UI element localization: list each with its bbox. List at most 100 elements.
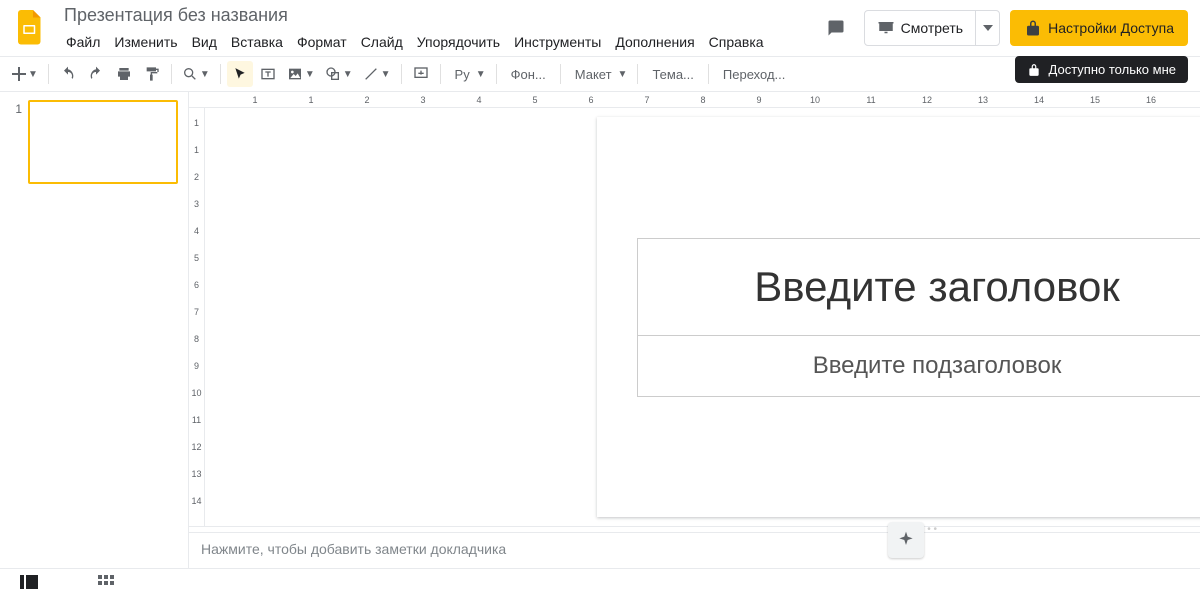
subtitle-placeholder[interactable]: Введите подзаголовок: [637, 336, 1200, 397]
separator: [220, 64, 221, 84]
theme-label: Тема...: [648, 67, 697, 82]
add-comment-icon: [413, 66, 429, 82]
header: Презентация без названия Файл Изменить В…: [0, 0, 1200, 56]
chevron-down-icon: [983, 25, 993, 31]
layout-button[interactable]: Макет▼: [567, 61, 632, 87]
zoom-button[interactable]: ▼: [178, 61, 214, 87]
separator: [171, 64, 172, 84]
lock-icon: [1027, 63, 1041, 77]
chevron-down-icon: ▼: [305, 69, 315, 80]
present-icon: [877, 19, 895, 37]
undo-icon: [60, 66, 76, 82]
transition-button[interactable]: Переход...: [715, 61, 793, 87]
paint-format-button[interactable]: [139, 61, 165, 87]
print-button[interactable]: [111, 61, 137, 87]
chevron-down-icon: ▼: [476, 69, 486, 80]
comment-add-button[interactable]: [408, 61, 434, 87]
present-label: Смотреть: [901, 20, 963, 36]
menu-insert[interactable]: Вставка: [225, 30, 289, 54]
spellcheck-label: Ру: [451, 67, 474, 82]
menu-view[interactable]: Вид: [186, 30, 223, 54]
filmstrip-view-button[interactable]: [20, 575, 38, 589]
slide-canvas[interactable]: Введите заголовок Введите подзаголовок: [597, 117, 1200, 517]
chevron-down-icon: ▼: [28, 69, 38, 80]
layout-label: Макет: [571, 67, 616, 82]
textbox-button[interactable]: [255, 61, 281, 87]
shape-icon: [325, 66, 341, 82]
ruler-vertical: 11234567891011121314: [189, 108, 205, 526]
separator: [560, 64, 561, 84]
transition-label: Переход...: [719, 67, 789, 82]
filmstrip-view-icon: [20, 575, 38, 589]
menu-edit[interactable]: Изменить: [108, 30, 183, 54]
line-button[interactable]: ▼: [359, 61, 395, 87]
main: 1 1 1 2 3 4 5 6 7 8 9 10 11 12 13 14 15 …: [0, 92, 1200, 568]
separator: [496, 64, 497, 84]
slide-thumb-wrap[interactable]: 1: [10, 100, 178, 184]
app-logo[interactable]: [12, 10, 48, 46]
menubar: Файл Изменить Вид Вставка Формат Слайд У…: [60, 30, 810, 54]
redo-icon: [88, 66, 104, 82]
shape-button[interactable]: ▼: [321, 61, 357, 87]
select-tool-button[interactable]: [227, 61, 253, 87]
share-button[interactable]: Настройки Доступа: [1010, 10, 1188, 46]
explore-icon: [896, 530, 916, 550]
separator: [708, 64, 709, 84]
separator: [48, 64, 49, 84]
tooltip-text: Доступно только мне: [1049, 62, 1176, 77]
chevron-down-icon: ▼: [200, 69, 210, 80]
slide-thumbnail[interactable]: [28, 100, 178, 184]
share-tooltip: Доступно только мне: [1015, 56, 1188, 83]
menu-addons[interactable]: Дополнения: [609, 30, 700, 54]
plus-icon: [12, 67, 26, 81]
image-icon: [287, 66, 303, 82]
chevron-down-icon: ▼: [618, 69, 628, 80]
slide-number: 1: [10, 100, 22, 184]
comments-button[interactable]: [818, 10, 854, 46]
ruler-horizontal: 1 1 2 3 4 5 6 7 8 9 10 11 12 13 14 15 16…: [189, 92, 1200, 108]
undo-button[interactable]: [55, 61, 81, 87]
theme-button[interactable]: Тема...: [644, 61, 701, 87]
menu-format[interactable]: Формат: [291, 30, 353, 54]
paint-roller-icon: [144, 66, 160, 82]
separator: [401, 64, 402, 84]
grid-view-icon: [98, 575, 114, 589]
slide-canvas-wrap: Введите заголовок Введите подзаголовок: [205, 108, 1200, 526]
image-button[interactable]: ▼: [283, 61, 319, 87]
separator: [440, 64, 441, 84]
new-slide-button[interactable]: ▼: [8, 61, 42, 87]
title-area: Презентация без названия Файл Изменить В…: [56, 3, 810, 54]
header-right: Смотреть Настройки Доступа Доступно толь…: [818, 10, 1188, 46]
chevron-down-icon: ▼: [381, 69, 391, 80]
menu-arrange[interactable]: Упорядочить: [411, 30, 506, 54]
bottom-bar: [0, 568, 1200, 594]
menu-tools[interactable]: Инструменты: [508, 30, 607, 54]
grid-view-button[interactable]: [98, 575, 114, 589]
textbox-icon: [260, 66, 276, 82]
comment-icon: [827, 19, 845, 37]
present-button[interactable]: Смотреть: [865, 11, 975, 45]
background-button[interactable]: Фон...: [503, 61, 554, 87]
canvas-body: 11234567891011121314 Введите заголовок В…: [189, 108, 1200, 526]
speaker-notes[interactable]: Нажмите, чтобы добавить заметки докладчи…: [189, 532, 1200, 568]
spellcheck-button[interactable]: Ру▼: [447, 61, 490, 87]
print-icon: [116, 66, 132, 82]
line-icon: [363, 66, 379, 82]
chevron-down-icon: ▼: [343, 69, 353, 80]
menu-help[interactable]: Справка: [703, 30, 770, 54]
document-title[interactable]: Презентация без названия: [60, 3, 810, 28]
canvas-area: 1 1 2 3 4 5 6 7 8 9 10 11 12 13 14 15 16…: [189, 92, 1200, 568]
zoom-icon: [182, 66, 198, 82]
menu-file[interactable]: Файл: [60, 30, 106, 54]
title-placeholder[interactable]: Введите заголовок: [637, 238, 1200, 336]
lock-icon: [1024, 19, 1042, 37]
present-group: Смотреть: [864, 10, 1000, 46]
redo-button[interactable]: [83, 61, 109, 87]
separator: [637, 64, 638, 84]
share-label: Настройки Доступа: [1048, 20, 1174, 36]
background-label: Фон...: [507, 67, 550, 82]
menu-slide[interactable]: Слайд: [355, 30, 409, 54]
explore-button[interactable]: [888, 522, 924, 558]
present-dropdown[interactable]: [975, 11, 999, 45]
cursor-icon: [233, 67, 247, 81]
